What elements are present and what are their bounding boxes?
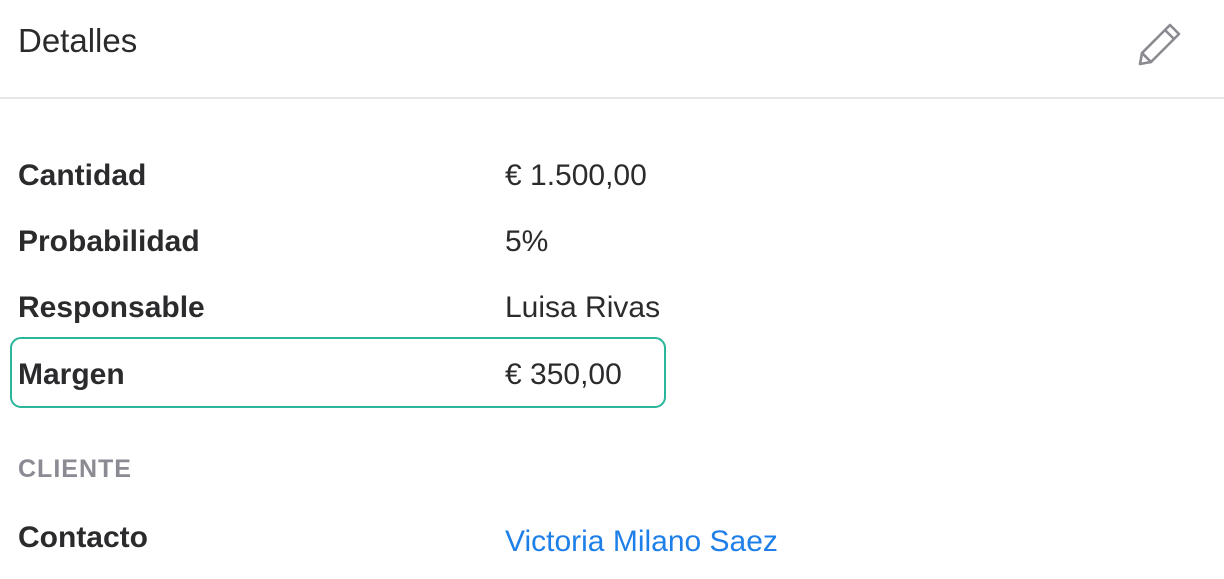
detail-value: 5% [505,225,549,258]
panel-header: Detalles [0,0,1224,99]
contact-link[interactable]: Victoria Milano Saez [505,522,778,562]
detail-label: Cantidad [18,159,147,192]
section-title-cliente: CLIENTE [18,455,132,483]
panel-title: Detalles [18,22,138,59]
detail-label: Margen [18,358,125,391]
details-panel: Detalles Cantidad € 1.500,00 Probabilida… [0,0,1224,579]
detail-label: Probabilidad [18,225,200,258]
detail-row-margen: Margen € 350,00 [18,355,918,395]
detail-row-probabilidad: Probabilidad 5% [18,222,918,262]
detail-row-contacto: Contacto Victoria Milano Saez [18,518,918,558]
detail-value: € 350,00 [505,358,622,391]
detail-row-responsable: Responsable Luisa Rivas [18,288,918,328]
pencil-icon[interactable] [1134,20,1184,66]
detail-value: € 1.500,00 [505,159,647,192]
detail-label: Responsable [18,291,205,324]
detail-label: Contacto [18,521,148,554]
detail-row-cantidad: Cantidad € 1.500,00 [18,156,918,196]
detail-value: Luisa Rivas [505,291,661,324]
